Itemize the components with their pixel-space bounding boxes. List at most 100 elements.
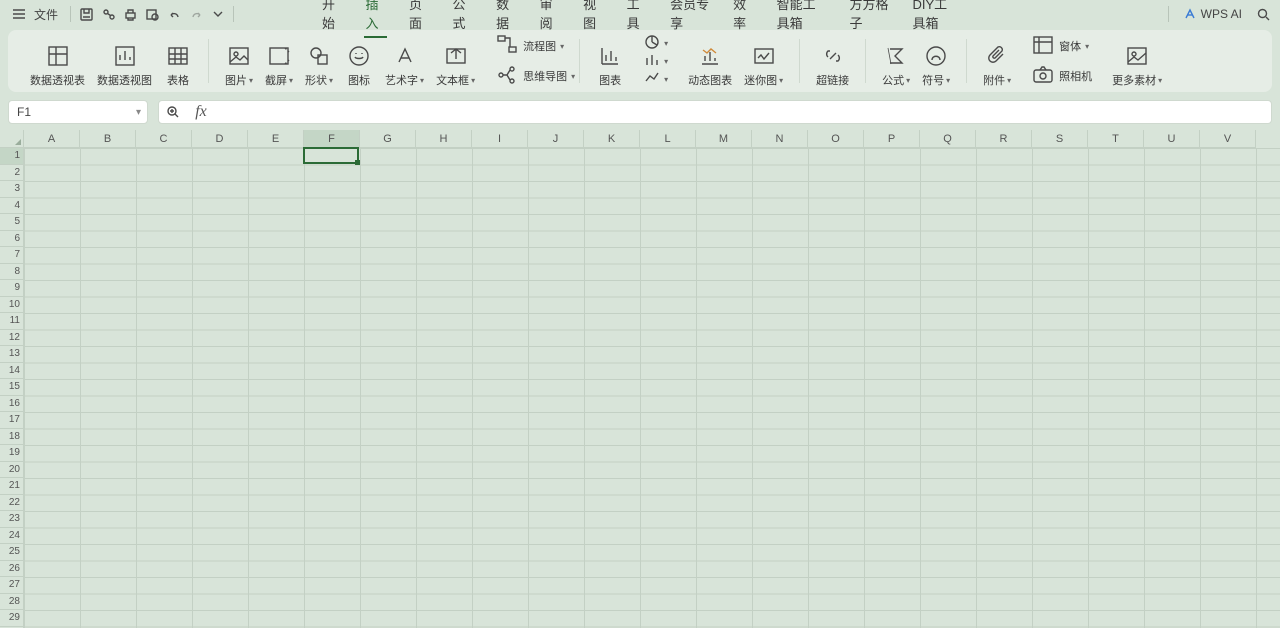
row-header-28[interactable]: 28 [0,594,24,611]
tab-DIY工具箱[interactable]: DIY工具箱 [910,0,960,38]
row-header-16[interactable]: 16 [0,396,24,413]
quick-access-more-icon[interactable] [207,3,229,25]
redo-icon[interactable] [185,3,207,25]
ribbon-图表[interactable]: 图表 [590,34,630,88]
row-header-9[interactable]: 9 [0,280,24,297]
ribbon-mini-bar[interactable]: ▾ [640,53,672,69]
row-header-15[interactable]: 15 [0,379,24,396]
tab-数据[interactable]: 数据 [494,0,518,38]
ribbon-表格[interactable]: 表格 [158,34,198,88]
ribbon-窗体[interactable]: 窗体▾ [1027,33,1096,59]
undo-icon[interactable] [163,3,185,25]
tab-插入[interactable]: 插入 [364,0,388,38]
chevron-down-icon[interactable]: ▾ [136,107,141,118]
row-header-14[interactable]: 14 [0,363,24,380]
row-header-1[interactable]: 1 [0,148,24,165]
col-header-G[interactable]: G [360,130,416,148]
tab-页面[interactable]: 页面 [407,0,431,38]
ribbon-图片[interactable]: 图片▾ [219,34,259,88]
row-header-4[interactable]: 4 [0,198,24,215]
col-header-T[interactable]: T [1088,130,1144,148]
ribbon-符号[interactable]: 符号▾ [916,34,956,88]
col-header-L[interactable]: L [640,130,696,148]
row-header-2[interactable]: 2 [0,165,24,182]
row-header-19[interactable]: 19 [0,445,24,462]
ribbon-mini-line[interactable]: ▾ [640,71,672,87]
name-box[interactable]: F1 ▾ [8,100,148,124]
col-header-U[interactable]: U [1144,130,1200,148]
tab-智能工具箱[interactable]: 智能工具箱 [775,0,828,38]
print-preview-icon[interactable] [141,3,163,25]
row-header-6[interactable]: 6 [0,231,24,248]
ribbon-文本框[interactable]: 文本框▾ [430,34,481,88]
row-header-11[interactable]: 11 [0,313,24,330]
ribbon-数据透视图[interactable]: 数据透视图 [91,34,158,88]
row-header-3[interactable]: 3 [0,181,24,198]
col-header-E[interactable]: E [248,130,304,148]
col-header-H[interactable]: H [416,130,472,148]
row-header-12[interactable]: 12 [0,330,24,347]
tab-工具[interactable]: 工具 [625,0,649,38]
col-header-R[interactable]: R [976,130,1032,148]
cells-area[interactable] [24,148,1280,628]
col-header-C[interactable]: C [136,130,192,148]
ribbon-照相机[interactable]: 照相机 [1027,63,1096,89]
col-header-S[interactable]: S [1032,130,1088,148]
col-header-B[interactable]: B [80,130,136,148]
col-header-O[interactable]: O [808,130,864,148]
col-header-J[interactable]: J [528,130,584,148]
col-header-N[interactable]: N [752,130,808,148]
print-icon[interactable] [119,3,141,25]
ribbon-更多素材[interactable]: 更多素材▾ [1106,34,1168,88]
tab-开始[interactable]: 开始 [320,0,344,38]
row-header-23[interactable]: 23 [0,511,24,528]
ribbon-截屏[interactable]: 截屏▾ [259,34,299,88]
ribbon-思维导图[interactable]: 思维导图▾ [491,63,579,89]
share-icon[interactable] [97,3,119,25]
formula-input[interactable] [215,105,1271,119]
tab-审阅[interactable]: 审阅 [538,0,562,38]
row-header-10[interactable]: 10 [0,297,24,314]
tab-效率[interactable]: 效率 [731,0,755,38]
tab-方方格子[interactable]: 方方格子 [847,0,890,38]
hamburger-menu-icon[interactable] [8,3,30,25]
row-header-26[interactable]: 26 [0,561,24,578]
tab-视图[interactable]: 视图 [581,0,605,38]
col-header-M[interactable]: M [696,130,752,148]
row-header-29[interactable]: 29 [0,610,24,627]
zoom-fn-icon[interactable] [159,105,187,119]
tab-会员专享[interactable]: 会员专享 [668,0,711,38]
ribbon-迷你图[interactable]: 迷你图▾ [738,34,789,88]
row-header-8[interactable]: 8 [0,264,24,281]
ribbon-图标[interactable]: 图标 [339,34,379,88]
row-header-20[interactable]: 20 [0,462,24,479]
col-header-P[interactable]: P [864,130,920,148]
col-header-F[interactable]: F [304,130,360,148]
select-all-corner[interactable] [0,130,24,148]
save-icon[interactable] [75,3,97,25]
ribbon-超链接[interactable]: 超链接 [810,34,855,88]
col-header-V[interactable]: V [1200,130,1256,148]
wps-ai-button[interactable]: WPS AI [1183,7,1242,21]
ribbon-艺术字[interactable]: 艺术字▾ [379,34,430,88]
row-header-13[interactable]: 13 [0,346,24,363]
row-header-18[interactable]: 18 [0,429,24,446]
ribbon-附件[interactable]: 附件▾ [977,34,1017,88]
ribbon-公式[interactable]: 公式▾ [876,34,916,88]
col-header-I[interactable]: I [472,130,528,148]
row-header-5[interactable]: 5 [0,214,24,231]
col-header-Q[interactable]: Q [920,130,976,148]
row-header-27[interactable]: 27 [0,577,24,594]
row-header-17[interactable]: 17 [0,412,24,429]
row-header-21[interactable]: 21 [0,478,24,495]
col-header-D[interactable]: D [192,130,248,148]
col-header-A[interactable]: A [24,130,80,148]
row-header-24[interactable]: 24 [0,528,24,545]
row-header-22[interactable]: 22 [0,495,24,512]
fx-icon[interactable]: fx [187,103,215,121]
tab-公式[interactable]: 公式 [451,0,475,38]
row-header-7[interactable]: 7 [0,247,24,264]
ribbon-形状[interactable]: 形状▾ [299,34,339,88]
file-menu[interactable]: 文件 [34,6,58,23]
ribbon-动态图表[interactable]: 动态图表 [682,34,738,88]
